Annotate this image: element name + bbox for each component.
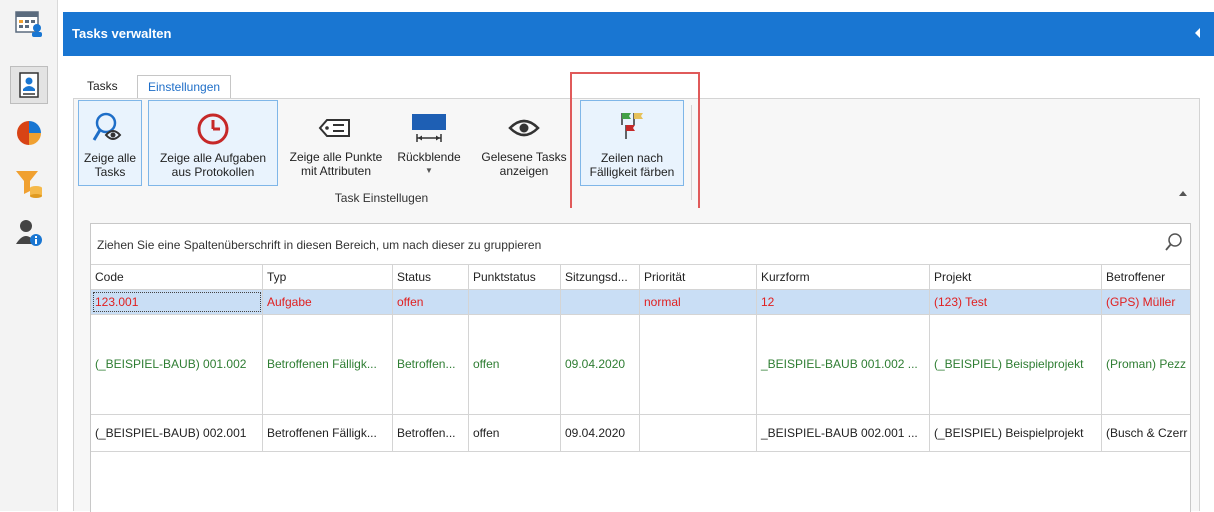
clock-icon [193,109,233,149]
calendar-person-icon[interactable] [14,8,44,38]
column-header-code[interactable]: Code [91,265,263,289]
cell-type[interactable]: Betroffenen Fälligk... [263,315,393,414]
show-protocol-tasks-label-1: Zeige alle Aufgaben [159,151,267,165]
cell-project[interactable]: (123) Test [930,290,1102,314]
cell-priority[interactable]: normal [640,290,757,314]
cell-point-status[interactable] [469,290,561,314]
panel-header: Tasks verwalten [63,12,1214,56]
cell-meeting-date[interactable] [561,290,640,314]
cell-short-form[interactable]: _BEISPIEL-BAUB 002.001 ... [757,415,930,451]
cell-code[interactable]: (_BEISPIEL-BAUB) 002.001 [91,415,263,451]
cell-priority[interactable] [640,415,757,451]
flashback-dropdown[interactable]: Rückblende ▼ [394,100,464,184]
dropdown-arrow-icon: ▼ [425,166,433,175]
cell-project[interactable]: (_BEISPIEL) Beispielprojekt [930,415,1102,451]
column-header-affected[interactable]: Betroffener [1102,265,1190,289]
cell-status[interactable]: offen [393,290,469,314]
column-header-project[interactable]: Projekt [930,265,1102,289]
column-header-short-form[interactable]: Kurzform [757,265,930,289]
collapse-ribbon-icon[interactable] [1179,191,1187,196]
pie-chart-icon[interactable] [14,118,44,148]
cell-short-form[interactable]: _BEISPIEL-BAUB 001.002 ... [757,315,930,414]
highlight-box [570,72,700,212]
column-header-type[interactable]: Typ [263,265,393,289]
left-sidebar [0,0,58,511]
cell-short-form[interactable]: 12 [757,290,930,314]
column-header-point-status[interactable]: Punktstatus [469,265,561,289]
range-icon [409,108,449,148]
show-attribute-points-button[interactable]: Zeige alle Punkte mit Attributen [282,100,390,184]
cell-meeting-date[interactable]: 09.04.2020 [561,415,640,451]
cell-point-status[interactable]: offen [469,315,561,414]
show-read-tasks-label-2: anzeigen [499,164,549,178]
column-header-meeting-date[interactable]: Sitzungsd... [561,265,640,289]
search-icon[interactable] [1164,232,1184,252]
group-by-hint: Ziehen Sie eine Spaltenüberschrift in di… [97,238,542,252]
tab-settings[interactable]: Einstellungen [137,75,232,100]
cell-affected[interactable]: (Busch & Czerr [1102,415,1190,451]
cell-status[interactable]: Betroffen... [393,415,469,451]
table-row[interactable]: (_BEISPIEL-BAUB) 002.001 Betroffenen Fäl… [91,415,1190,452]
person-info-icon[interactable] [14,218,44,248]
column-header-status[interactable]: Status [393,265,469,289]
eye-icon [504,108,544,148]
filter-db-icon[interactable] [14,168,44,198]
show-read-tasks-label-1: Gelesene Tasks [481,150,567,164]
show-protocol-tasks-label-2: aus Protokollen [171,165,255,179]
cell-code[interactable]: 123.001 [91,290,263,314]
cell-point-status[interactable]: offen [469,415,561,451]
cell-affected[interactable]: (GPS) Müller [1102,290,1190,314]
show-attribute-points-label-2: mit Attributen [300,164,372,178]
cell-priority[interactable] [640,315,757,414]
cell-type[interactable]: Betroffenen Fälligk... [263,415,393,451]
flashback-label: Rückblende [397,150,461,164]
person-card-icon[interactable] [10,66,48,104]
show-all-tasks-button[interactable]: Zeige alle Tasks [78,100,142,186]
show-attribute-points-label-1: Zeige alle Punkte [289,150,383,164]
tag-icon [316,108,356,148]
panel-title: Tasks verwalten [72,26,172,41]
show-all-tasks-label-1: Zeige alle [83,151,137,165]
cell-code[interactable]: (_BEISPIEL-BAUB) 001.002 [91,315,263,414]
show-all-tasks-label-2: Tasks [94,165,126,179]
cell-type[interactable]: Aufgabe [263,290,393,314]
collapse-panel-icon[interactable] [1195,28,1200,38]
cell-affected[interactable]: (Proman) Pezz [1102,315,1190,414]
column-header-priority[interactable]: Priorität [640,265,757,289]
search-eye-icon [90,109,130,149]
cell-meeting-date[interactable]: 09.04.2020 [561,315,640,414]
cell-project[interactable]: (_BEISPIEL) Beispielprojekt [930,315,1102,414]
grid-header: Code Typ Status Punktstatus Sitzungsd...… [91,264,1190,290]
task-grid: Ziehen Sie eine Spaltenüberschrift in di… [90,223,1191,512]
table-row[interactable]: 123.001 Aufgabe offen normal 12 (123) Te… [91,290,1190,315]
table-row[interactable]: (_BEISPIEL-BAUB) 001.002 Betroffenen Fäl… [91,315,1190,415]
show-read-tasks-button[interactable]: Gelesene Tasks anzeigen [470,100,578,184]
show-protocol-tasks-button[interactable]: Zeige alle Aufgaben aus Protokollen [148,100,278,186]
cell-status[interactable]: Betroffen... [393,315,469,414]
tab-tasks[interactable]: Tasks [77,75,128,99]
